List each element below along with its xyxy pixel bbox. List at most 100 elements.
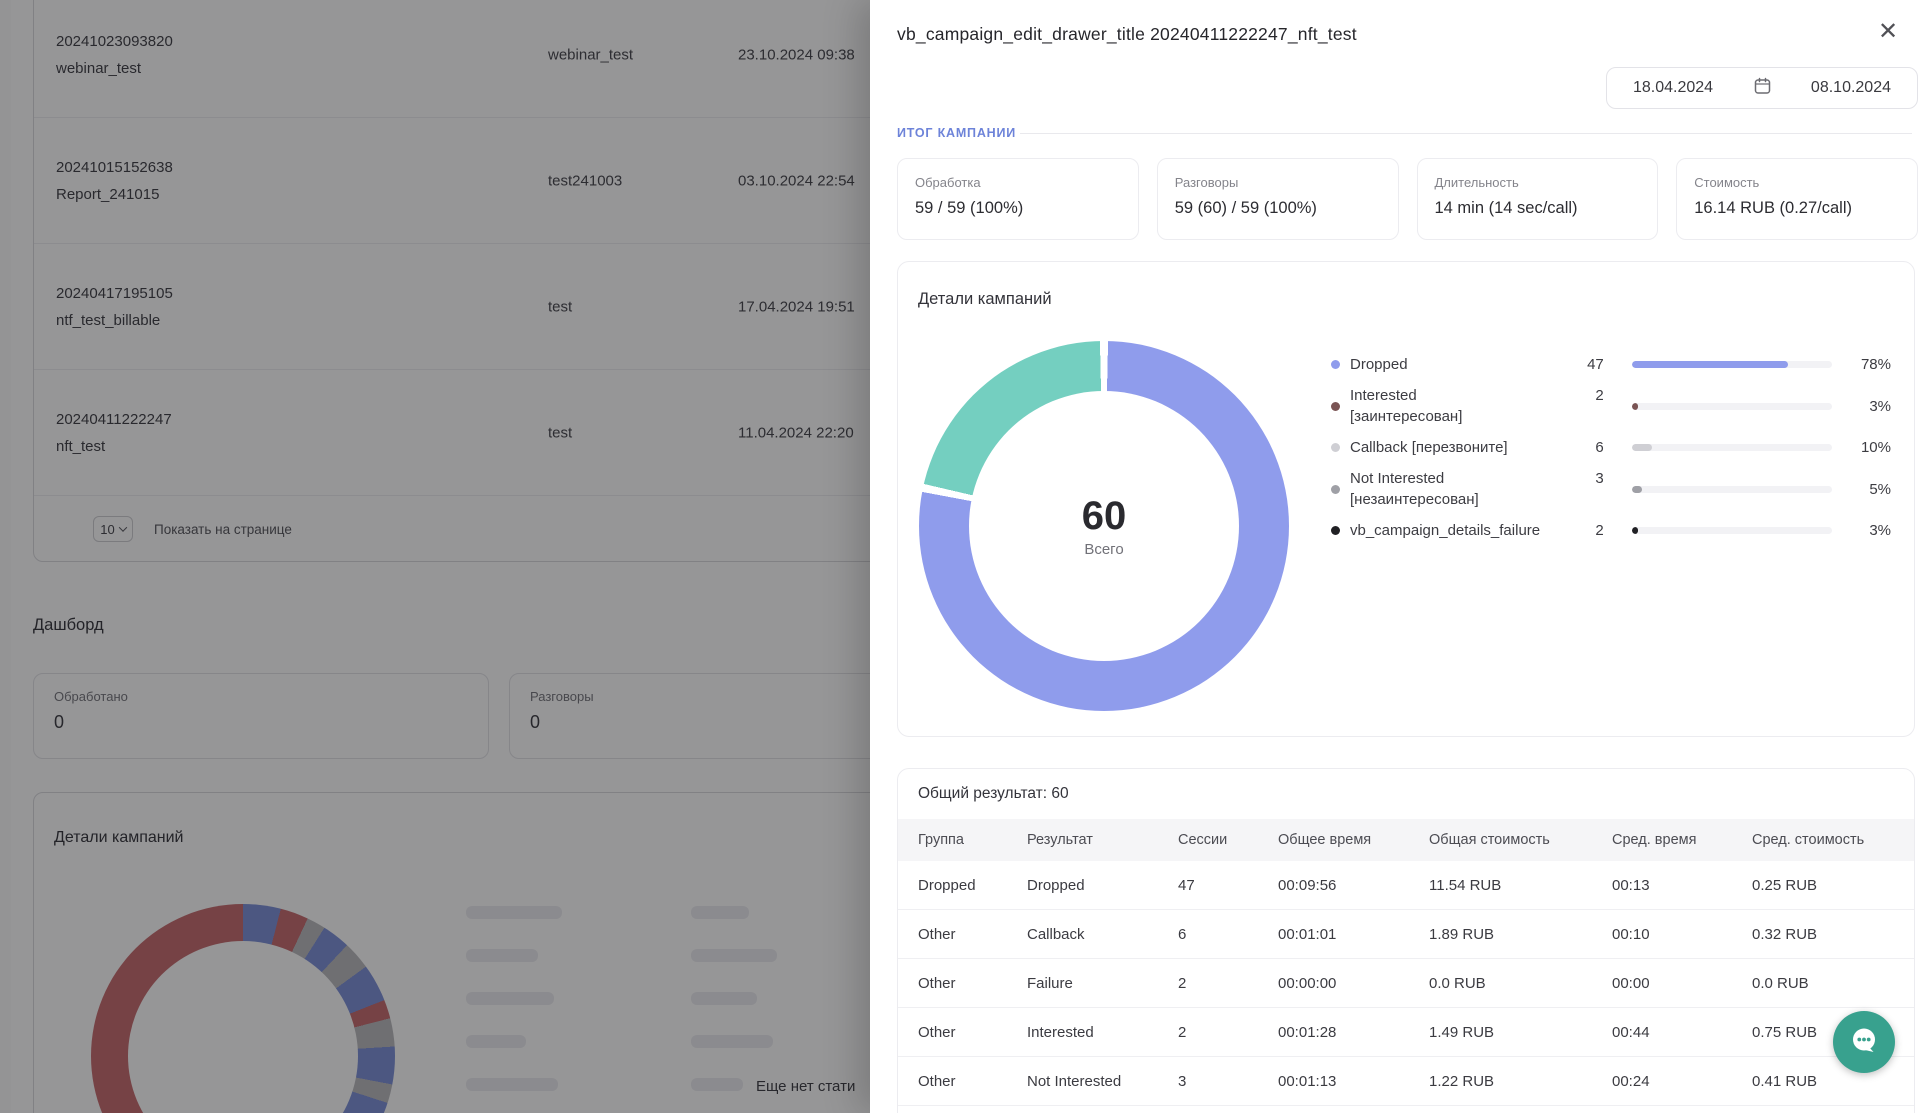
legend-value: 2 [1570, 385, 1604, 406]
legend-item: Not Interested[незаинтересован]35% [1331, 468, 1891, 510]
summary-card-label: Стоимость [1694, 175, 1900, 190]
legend-value: 2 [1570, 520, 1604, 541]
legend-label: vb_campaign_details_failure [1350, 520, 1570, 541]
table-cell: 47 [1178, 877, 1278, 894]
table-cell: 00:01:01 [1278, 926, 1429, 943]
legend-bar-fill [1632, 527, 1638, 534]
legend-item: Dropped4778% [1331, 354, 1891, 375]
donut-total-value: 60 [1082, 494, 1127, 539]
column-header: Общая стоимость [1429, 832, 1612, 848]
summary-card-value: 14 min (14 sec/call) [1435, 199, 1641, 218]
summary-card-label: Длительность [1435, 175, 1641, 190]
column-header: Общее время [1278, 832, 1429, 848]
legend-label-line: Dropped [1350, 354, 1570, 375]
drawer-title: vb_campaign_edit_drawer_title 2024041122… [897, 24, 1357, 45]
chat-bubble-icon [1847, 1024, 1881, 1061]
legend-percent: 10% [1844, 439, 1891, 456]
table-cell: 0.25 RUB [1752, 877, 1894, 894]
table-cell: 00:24 [1612, 1073, 1752, 1090]
legend-item: Callback [перезвоните]610% [1331, 437, 1891, 458]
summary-card-value: 59 (60) / 59 (100%) [1175, 199, 1381, 218]
table-cell: 1.22 RUB [1429, 1073, 1612, 1090]
table-cell: 1.89 RUB [1429, 926, 1612, 943]
legend-bar-fill [1632, 361, 1788, 368]
table-cell: Not Interested [1027, 1073, 1178, 1090]
campaign-summary-section-label: ИТОГ КАМПАНИИ [897, 126, 1016, 140]
results-donut-chart: 60 Всего [919, 341, 1289, 711]
results-legend: Dropped4778%Interested[заинтересован]23%… [1331, 354, 1891, 551]
summary-card: Длительность 14 min (14 sec/call) [1417, 158, 1659, 240]
table-cell: Other [918, 926, 1027, 943]
legend-label-line: vb_campaign_details_failure [1350, 520, 1570, 541]
column-header: Сессии [1178, 832, 1278, 848]
legend-value: 6 [1570, 437, 1604, 458]
summary-card: Стоимость16.14 RUB (0.27/call) [1676, 158, 1918, 240]
column-header: Сред. стоимость [1752, 832, 1894, 848]
legend-bar-fill [1632, 403, 1638, 410]
legend-sublabel-line: [заинтересован] [1350, 406, 1570, 427]
campaign-details-card: Детали кампаний 60 Всего Dropped4778%Int… [897, 261, 1915, 737]
chat-support-button[interactable] [1833, 1011, 1895, 1073]
legend-bar-track [1632, 361, 1833, 368]
campaign-details-drawer: vb_campaign_edit_drawer_title 2024041122… [870, 0, 1920, 1113]
legend-percent: 3% [1844, 398, 1891, 415]
table-row: OtherInterested200:01:281.49 RUB00:440.7… [898, 1008, 1914, 1057]
table-cell: 00:13 [1612, 877, 1752, 894]
table-cell: 00:09:56 [1278, 877, 1429, 894]
table-cell: Other [918, 1073, 1027, 1090]
results-table-title: Общий результат: 60 [918, 785, 1069, 803]
table-row: OtherFailure200:00:000.0 RUB00:000.0 RUB [898, 959, 1914, 1008]
table-cell: 1.49 RUB [1429, 1024, 1612, 1041]
legend-dot [1331, 485, 1340, 494]
legend-bar-fill [1632, 444, 1652, 451]
date-from-field[interactable]: 18.04.2024 [1633, 79, 1713, 97]
table-cell: Interested [1027, 1024, 1178, 1041]
column-header: Результат [1027, 832, 1178, 848]
legend-value: 3 [1570, 468, 1604, 489]
legend-dot [1331, 402, 1340, 411]
date-range-picker[interactable]: 18.04.2024 08.10.2024 [1606, 67, 1918, 109]
summary-card: Разговоры59 (60) / 59 (100%) [1157, 158, 1399, 240]
table-cell: 0.32 RUB [1752, 926, 1894, 943]
summary-cards: Обработка59 / 59 (100%)Разговоры59 (60) … [897, 158, 1918, 240]
table-cell: 00:00:00 [1278, 975, 1429, 992]
legend-item: Interested[заинтересован]2 3% [1331, 385, 1891, 427]
section-divider [1020, 133, 1912, 134]
legend-bar-fill [1632, 486, 1642, 493]
table-cell: 0.0 RUB [1752, 975, 1894, 992]
legend-item: vb_campaign_details_failure2 3% [1331, 520, 1891, 541]
legend-bar-track [1632, 527, 1833, 534]
table-cell: 2 [1178, 1024, 1278, 1041]
table-row: OtherNot Interested300:01:131.22 RUB00:2… [898, 1057, 1914, 1106]
donut-total-label: Всего [1084, 541, 1123, 558]
table-cell: 3 [1178, 1073, 1278, 1090]
legend-value: 47 [1570, 354, 1604, 375]
results-table-header: ГруппаРезультатСессииОбщее времяОбщая ст… [898, 819, 1914, 861]
legend-label-line: Not Interested [1350, 468, 1570, 489]
legend-bar-track [1632, 444, 1833, 451]
table-cell: 00:01:28 [1278, 1024, 1429, 1041]
table-cell: 00:10 [1612, 926, 1752, 943]
table-cell: 0.0 RUB [1429, 975, 1612, 992]
results-donut-center: 60 Всего [969, 391, 1239, 661]
legend-label: Dropped [1350, 354, 1570, 375]
legend-percent: 3% [1844, 522, 1891, 539]
summary-card: Обработка59 / 59 (100%) [897, 158, 1139, 240]
results-table-card: Общий результат: 60 ГруппаРезультатСесси… [897, 768, 1915, 1113]
table-cell: 0.41 RUB [1752, 1073, 1894, 1090]
legend-dot [1331, 443, 1340, 452]
summary-card-label: Обработка [915, 175, 1121, 190]
column-header: Группа [918, 832, 1027, 848]
legend-label-line: Interested [1350, 385, 1570, 406]
table-cell: Dropped [1027, 877, 1178, 894]
date-to-field[interactable]: 08.10.2024 [1811, 79, 1891, 97]
table-cell: Callback [1027, 926, 1178, 943]
table-cell: 00:44 [1612, 1024, 1752, 1041]
calendar-icon[interactable] [1754, 77, 1771, 100]
results-table-body: DroppedDropped4700:09:5611.54 RUB00:130.… [898, 861, 1914, 1106]
table-cell: 00:01:13 [1278, 1073, 1429, 1090]
legend-label: Interested[заинтересован] [1350, 385, 1570, 427]
table-cell: 2 [1178, 975, 1278, 992]
legend-bar-track [1632, 403, 1833, 410]
close-icon[interactable]: ✕ [1870, 14, 1906, 50]
